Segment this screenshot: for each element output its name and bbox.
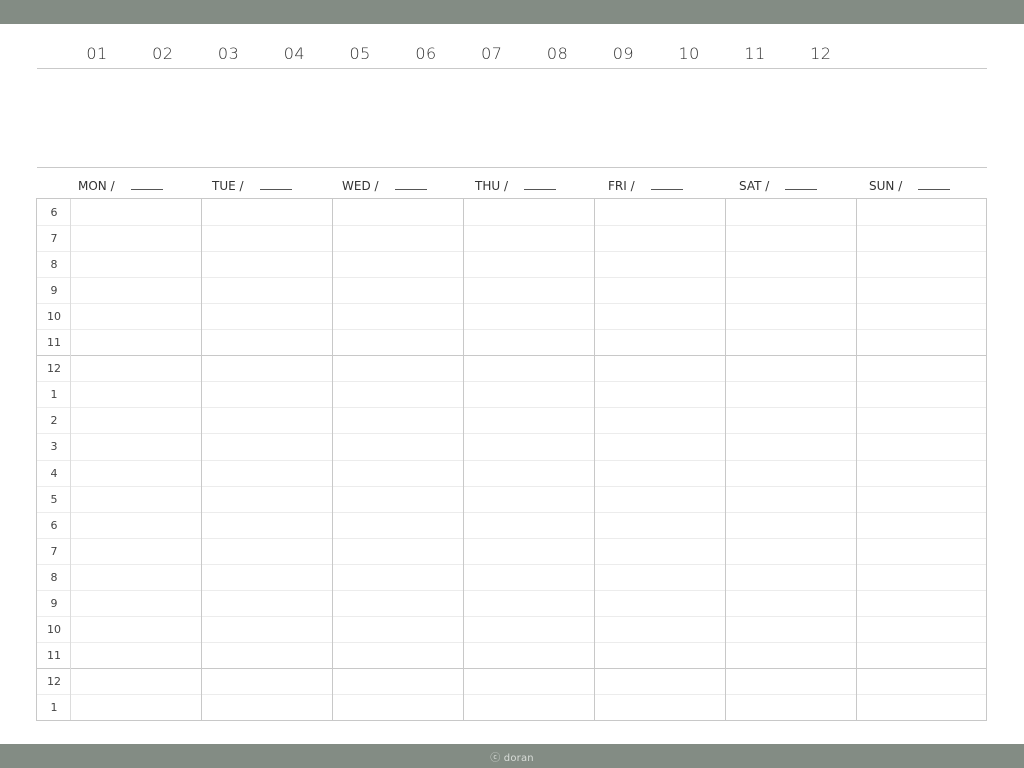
day-label: MON / bbox=[78, 179, 115, 193]
date-blank[interactable] bbox=[650, 179, 683, 190]
hour-label: 8 bbox=[50, 258, 58, 272]
day-label: TUE / bbox=[212, 179, 244, 193]
day-label: FRI / bbox=[608, 179, 635, 193]
month-11[interactable]: 11 bbox=[737, 44, 773, 63]
hour-label: 10 bbox=[47, 310, 61, 324]
hour-label: 11 bbox=[47, 336, 61, 350]
month-01[interactable]: 01 bbox=[79, 44, 115, 63]
day-column-4[interactable] bbox=[595, 199, 725, 720]
hour-label: 2 bbox=[50, 414, 58, 428]
hour-label: 11 bbox=[47, 648, 61, 662]
hour-label: 7 bbox=[50, 544, 58, 558]
day-column-2[interactable] bbox=[333, 199, 463, 720]
date-blank[interactable] bbox=[259, 179, 292, 190]
date-blank[interactable] bbox=[918, 179, 951, 190]
hour-label: 1 bbox=[50, 700, 58, 714]
month-selector: 01 02 03 04 05 06 07 08 09 10 11 12 bbox=[37, 44, 987, 68]
bottom-bar: ⓒ doran bbox=[0, 744, 1024, 768]
month-08[interactable]: 08 bbox=[540, 44, 576, 63]
hour-label: 3 bbox=[50, 440, 58, 454]
day-header-1: TUE / bbox=[212, 179, 292, 193]
copyright-text: ⓒ doran bbox=[490, 752, 534, 764]
hour-label: 4 bbox=[50, 466, 58, 480]
hour-label: 6 bbox=[50, 518, 58, 532]
hour-label: 6 bbox=[50, 206, 58, 219]
month-04[interactable]: 04 bbox=[276, 44, 312, 63]
day-label: WED / bbox=[342, 179, 379, 193]
month-03[interactable]: 03 bbox=[211, 44, 247, 63]
hour-label: 10 bbox=[47, 622, 61, 636]
day-column-0[interactable] bbox=[71, 199, 201, 720]
week-schedule-grid: 6 7 8 9 10 11 12 1 2 3 4 5 6 7 8 9 10 11 12 1 bbox=[36, 198, 987, 721]
day-label: SAT / bbox=[739, 179, 770, 193]
month-05[interactable]: 05 bbox=[342, 44, 378, 63]
hour-label: 9 bbox=[50, 596, 58, 610]
month-06[interactable]: 06 bbox=[408, 44, 444, 63]
hour-label: 5 bbox=[50, 492, 58, 506]
hour-label: 9 bbox=[50, 284, 58, 298]
day-label: THU / bbox=[475, 179, 508, 193]
month-10[interactable]: 10 bbox=[671, 44, 707, 63]
month-07[interactable]: 07 bbox=[474, 44, 510, 63]
date-blank[interactable] bbox=[785, 179, 818, 190]
month-09[interactable]: 09 bbox=[605, 44, 641, 63]
month-12[interactable]: 12 bbox=[803, 44, 839, 63]
day-column-6[interactable] bbox=[857, 199, 985, 720]
hour-label: 12 bbox=[47, 362, 61, 376]
notes-divider bbox=[37, 167, 987, 168]
day-header-2: WED / bbox=[342, 179, 427, 193]
day-header-5: SAT / bbox=[739, 179, 818, 193]
hour-label: 7 bbox=[50, 232, 58, 246]
day-label: SUN / bbox=[869, 179, 903, 193]
day-column-1[interactable] bbox=[202, 199, 332, 720]
day-header-3: THU / bbox=[475, 179, 556, 193]
day-column-3[interactable] bbox=[464, 199, 594, 720]
date-blank[interactable] bbox=[394, 179, 427, 190]
day-header-0: MON / bbox=[78, 179, 163, 193]
day-column-5[interactable] bbox=[726, 199, 856, 720]
date-blank[interactable] bbox=[524, 179, 556, 190]
month-divider bbox=[37, 68, 987, 69]
hour-label: 8 bbox=[50, 570, 58, 584]
date-blank[interactable] bbox=[130, 179, 163, 190]
hour-label: 12 bbox=[47, 674, 61, 688]
hour-label: 1 bbox=[50, 388, 58, 402]
month-02[interactable]: 02 bbox=[145, 44, 181, 63]
day-header-6: SUN / bbox=[869, 179, 951, 193]
day-header-4: FRI / bbox=[608, 179, 683, 193]
top-bar bbox=[0, 0, 1024, 24]
